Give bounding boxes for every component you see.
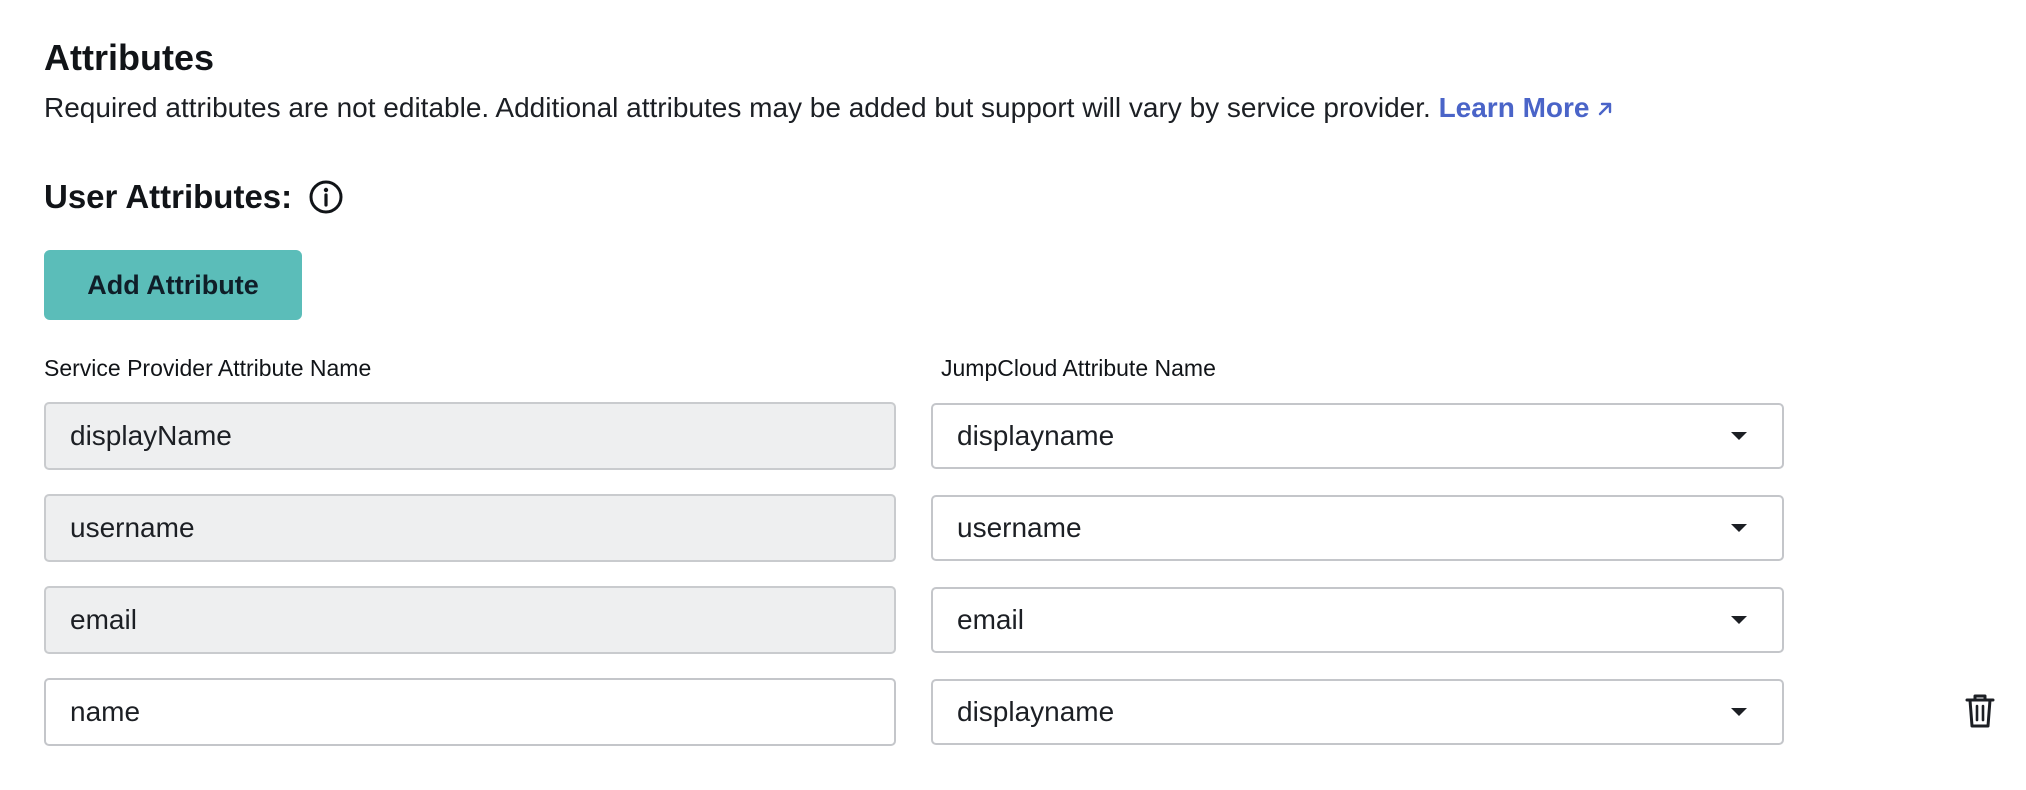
attribute-row: displayname	[0, 402, 2026, 472]
column-header-jumpcloud: JumpCloud Attribute Name	[941, 355, 1216, 381]
service-provider-attribute-input[interactable]	[44, 494, 896, 562]
user-attributes-heading: User Attributes:	[44, 175, 344, 219]
jumpcloud-attribute-select[interactable]: email	[931, 587, 1784, 653]
section-description: Required attributes are not editable. Ad…	[44, 90, 1614, 126]
jumpcloud-attribute-select[interactable]: username	[931, 495, 1784, 561]
user-attributes-label: User Attributes:	[44, 178, 293, 215]
delete-attribute-button[interactable]	[1960, 690, 2000, 734]
caret-down-icon	[1731, 432, 1747, 440]
learn-more-link[interactable]: Learn More	[1439, 92, 1614, 123]
service-provider-attribute-input[interactable]	[44, 402, 896, 470]
caret-down-icon	[1731, 708, 1747, 716]
service-provider-attribute-input[interactable]	[44, 678, 896, 746]
select-value: displayname	[957, 420, 1115, 451]
learn-more-label: Learn More	[1438, 92, 1590, 123]
attribute-row: username	[0, 494, 2026, 564]
add-attribute-button[interactable]: Add Attribute	[44, 250, 302, 320]
service-provider-attribute-input[interactable]	[44, 586, 896, 654]
column-header-service-provider: Service Provider Attribute Name	[44, 355, 372, 381]
attribute-row: email	[0, 586, 2026, 656]
external-link-icon	[1598, 102, 1611, 116]
attribute-row: displayname	[0, 678, 2026, 748]
caret-down-icon	[1731, 524, 1747, 532]
select-value: email	[957, 604, 1024, 635]
section-title: Attributes	[44, 37, 214, 78]
select-value: username	[957, 512, 1082, 543]
attributes-page: Attributes Required attributes are not e…	[0, 0, 2026, 790]
jumpcloud-attribute-select[interactable]: displayname	[931, 403, 1784, 469]
trash-icon	[1965, 694, 1995, 727]
info-icon[interactable]	[308, 179, 344, 215]
description-text: Required attributes are not editable. Ad…	[44, 92, 1439, 123]
select-value: displayname	[957, 696, 1115, 727]
caret-down-icon	[1731, 616, 1747, 624]
jumpcloud-attribute-select[interactable]: displayname	[931, 679, 1784, 745]
